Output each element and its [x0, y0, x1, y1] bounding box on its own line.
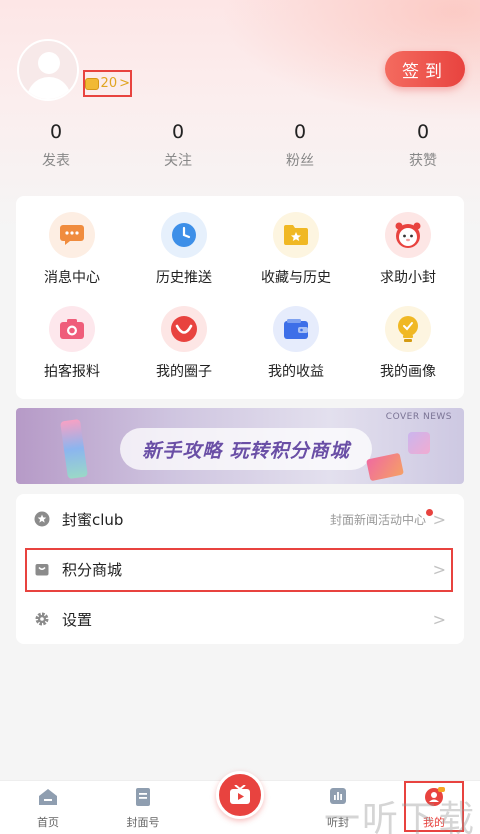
grid-item-label: 消息中心 [44, 270, 100, 286]
grid-item-label: 我的画像 [380, 364, 436, 380]
star-icon [34, 511, 50, 527]
camera-icon [49, 306, 95, 352]
mascot-icon [385, 212, 431, 258]
stat-posts[interactable]: 0 发表 [16, 118, 96, 176]
smile-icon [161, 306, 207, 352]
message-icon [49, 212, 95, 258]
stat-label: 获赞 [409, 153, 437, 169]
grid-item-history-push[interactable]: 历史推送 [128, 212, 240, 287]
stat-value: 0 [49, 121, 63, 143]
grid-item-messages[interactable]: 消息中心 [16, 212, 128, 287]
stat-value: 0 [171, 121, 185, 143]
live-tv-button[interactable] [216, 771, 264, 819]
clock-icon [161, 212, 207, 258]
document-icon [136, 788, 150, 806]
grid-item-circles[interactable]: 我的圈子 [128, 306, 240, 381]
grid-item-reporter[interactable]: 拍客报料 [16, 306, 128, 381]
stat-likes[interactable]: 0 获赞 [383, 118, 463, 176]
banner-brand: COVER NEWS [385, 412, 452, 422]
menu-item-settings[interactable]: 设置 > [16, 594, 464, 644]
phone-illustration [60, 418, 88, 480]
grid-item-label: 我的圈子 [156, 364, 212, 380]
stat-label: 粉丝 [286, 153, 314, 169]
tv-play-icon [230, 785, 250, 804]
grid-item-label: 求助小封 [380, 270, 436, 286]
watermark: 一听下载 [324, 799, 477, 834]
avatar-head [38, 52, 60, 74]
feature-grid: 消息中心 历史推送 收藏与历史 求助小封 拍客报料 我的圈子 我的收益 我的画像 [16, 196, 464, 399]
cube-illustration [408, 432, 430, 454]
tab-label: 首页 [37, 816, 59, 829]
wallet-icon [273, 306, 319, 352]
points-mall-highlight [25, 548, 453, 592]
folder-star-icon [273, 212, 319, 258]
avatar[interactable] [17, 39, 79, 101]
menu-item-club[interactable]: 封蜜club 封面新闻活动中心 > [16, 494, 464, 544]
tab-label: 封面号 [126, 816, 160, 829]
coins-count: 20 [100, 76, 118, 91]
grid-item-earnings[interactable]: 我的收益 [240, 306, 352, 381]
stats-bar: 0 发表 0 关注 0 粉丝 0 获赞 [0, 118, 480, 178]
tab-cover-account[interactable]: 封面号 [113, 787, 173, 830]
card-illustration [366, 452, 404, 482]
grid-item-favorites[interactable]: 收藏与历史 [240, 212, 352, 287]
chevron-right-icon: > [432, 609, 446, 629]
grid-item-label: 拍客报料 [44, 364, 100, 380]
stat-following[interactable]: 0 关注 [138, 118, 218, 176]
stat-value: 0 [293, 121, 307, 143]
grid-item-label: 历史推送 [156, 270, 212, 286]
promo-banner[interactable]: 新手攻略 玩转积分商城 COVER NEWS [16, 408, 464, 484]
coins-badge[interactable]: 20 > [83, 70, 132, 97]
chevron-right-icon: > [432, 509, 446, 529]
home-icon [39, 789, 57, 805]
stat-value: 0 [416, 121, 430, 143]
grid-item-label: 我的收益 [268, 364, 324, 380]
bulb-icon [385, 306, 431, 352]
stat-label: 关注 [164, 153, 192, 169]
coin-stack-icon [85, 77, 99, 90]
grid-item-label: 收藏与历史 [261, 270, 331, 286]
stat-label: 发表 [42, 153, 70, 169]
stat-fans[interactable]: 0 粉丝 [260, 118, 340, 176]
grid-item-portrait[interactable]: 我的画像 [352, 306, 464, 381]
coins-chevron-icon: > [119, 76, 130, 91]
checkin-button[interactable]: 签到 [385, 51, 465, 87]
menu-item-detail: 封面新闻活动中心 [329, 512, 426, 527]
tab-home[interactable]: 首页 [18, 787, 78, 830]
grid-item-help[interactable]: 求助小封 [352, 212, 464, 287]
menu-item-label: 设置 [62, 610, 93, 629]
banner-slogan: 新手攻略 玩转积分商城 [120, 428, 372, 470]
avatar-body [27, 77, 71, 99]
menu-item-label: 封蜜club [62, 510, 124, 529]
gear-icon [35, 612, 49, 626]
